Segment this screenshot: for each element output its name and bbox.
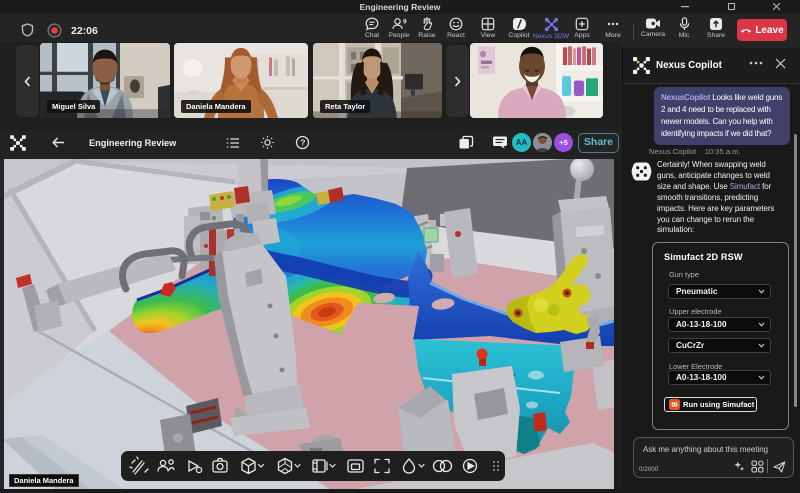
svg-text:?: ?	[300, 137, 305, 147]
